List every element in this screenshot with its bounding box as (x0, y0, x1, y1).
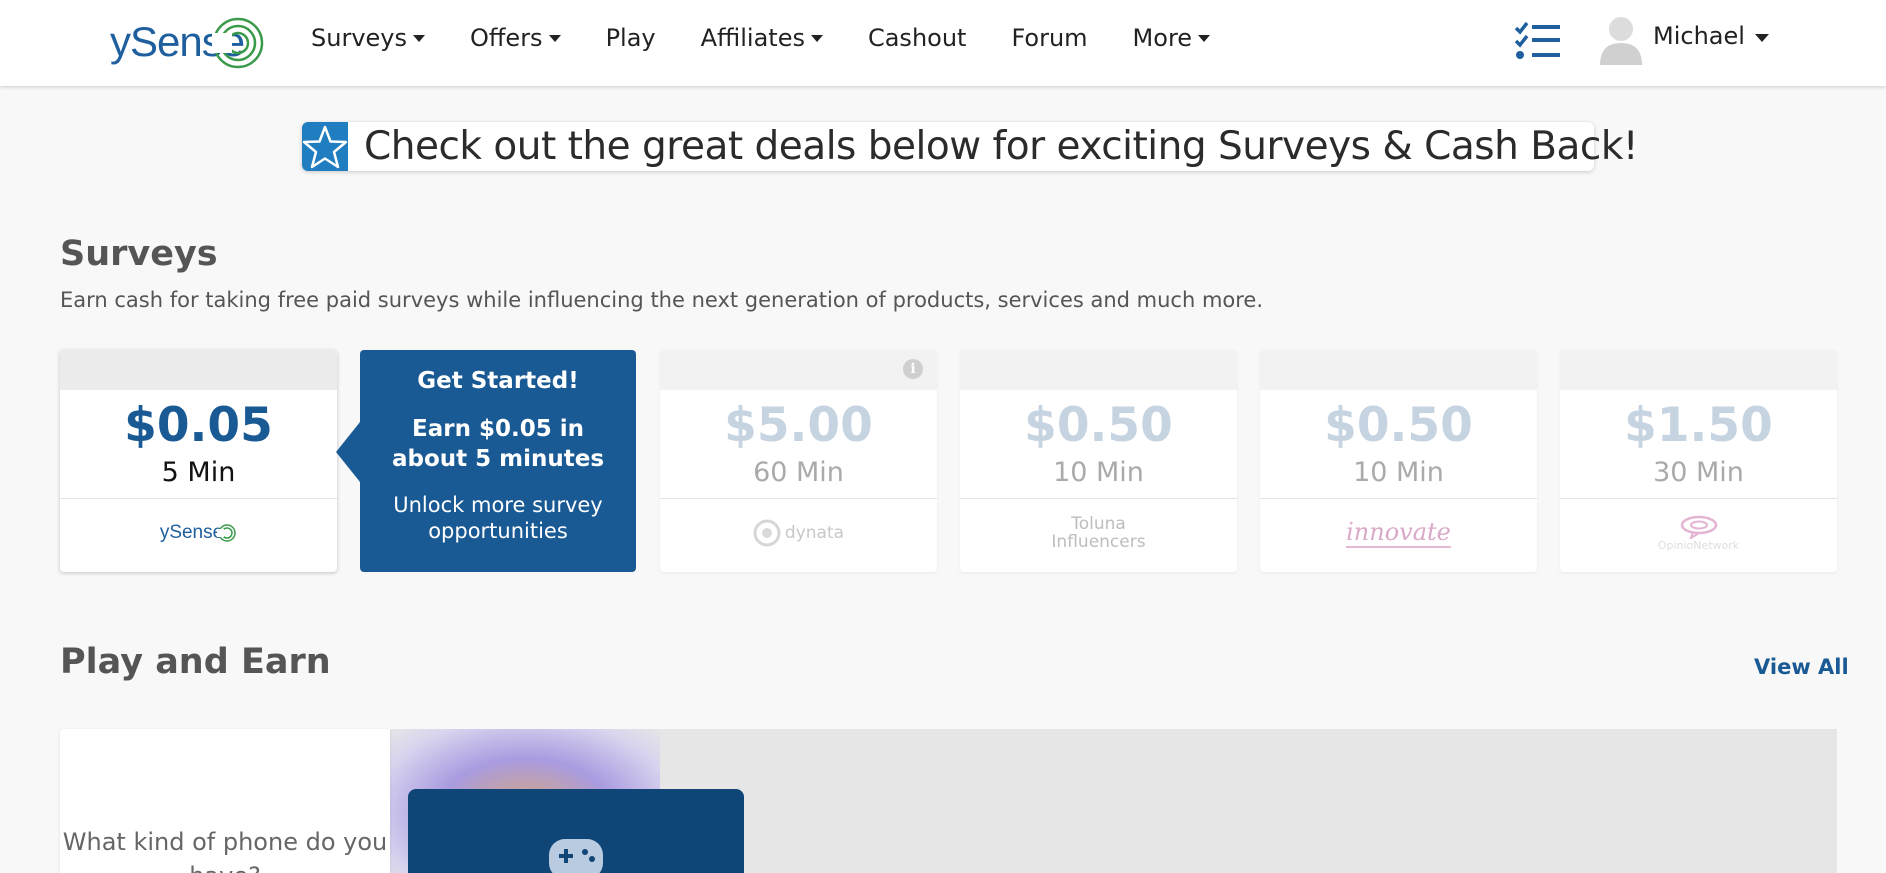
banner-text: Check out the great deals below for exci… (364, 124, 1639, 169)
get-started-card[interactable]: Get Started! Earn $0.05 in about 5 minut… (336, 350, 636, 572)
nav-affiliates[interactable]: Affiliates (701, 24, 823, 52)
ysense-logo[interactable]: ySense (110, 12, 270, 72)
provider-logo-toluna: Toluna Influencers (960, 499, 1237, 567)
promo-banner: Check out the great deals below for exci… (302, 122, 1639, 171)
survey-card[interactable]: $0.05 5 Min ySense (60, 350, 337, 572)
caret-down-icon (1198, 34, 1211, 42)
nav-cashout[interactable]: Cashout (868, 24, 966, 52)
survey-amount: $5.00 (724, 398, 873, 453)
nav-label: More (1132, 24, 1193, 52)
card-header (60, 350, 337, 390)
nav-label: Cashout (867, 24, 967, 52)
survey-amount: $0.50 (1324, 398, 1473, 453)
phone-question-card[interactable]: What kind of phone do you have? (60, 729, 390, 873)
star-icon (302, 125, 348, 168)
provider-name: Toluna Influencers (1051, 514, 1146, 552)
nav-more[interactable]: More (1133, 24, 1211, 52)
surveys-subtitle: Earn cash for taking free paid surveys w… (60, 288, 1264, 312)
provider-logo-opinionetwork: OpinioNetwork (1560, 499, 1837, 567)
survey-duration: 10 Min (1353, 457, 1444, 488)
dynata-logo-icon (753, 519, 781, 547)
game-card[interactable] (408, 789, 744, 873)
info-icon[interactable]: i (903, 359, 923, 379)
nav-forum[interactable]: Forum (1011, 24, 1087, 52)
survey-amount: $0.50 (1024, 398, 1173, 453)
gamepad-icon (549, 839, 603, 873)
phone-question-text: What kind of phone do you have? (62, 828, 388, 873)
user-avatar-icon[interactable] (1598, 13, 1644, 65)
survey-amount: $0.05 (124, 398, 273, 453)
nav-label: Offers (470, 24, 543, 52)
caret-down-icon (548, 34, 561, 42)
survey-card[interactable]: $1.50 30 Min OpinioNetwork (1560, 350, 1837, 572)
survey-card[interactable]: i $5.00 60 Min dynata (660, 350, 937, 572)
provider-logo-ysense: ySense (60, 499, 337, 567)
get-started-title: Get Started! (417, 368, 579, 394)
survey-duration: 10 Min (1053, 457, 1144, 488)
survey-card[interactable]: $0.50 10 Min innovate (1260, 350, 1537, 572)
provider-name: ySense (159, 522, 224, 543)
provider-name: dynata (784, 523, 845, 543)
banner-star-box (302, 122, 348, 171)
provider-logo-innovate: innovate (1260, 499, 1537, 567)
nav-label: Surveys (311, 24, 407, 52)
nav-play[interactable]: Play (606, 24, 656, 52)
tasks-list-icon[interactable] (1514, 20, 1562, 62)
nav-label: Forum (1011, 24, 1088, 52)
survey-card[interactable]: $0.50 10 Min Toluna Influencers (960, 350, 1237, 572)
logo-rings-icon (212, 17, 264, 69)
user-name[interactable]: Michael (1653, 22, 1745, 50)
provider-logo-dynata: dynata (660, 499, 937, 567)
get-started-unlock: Unlock more survey opportunities (393, 493, 603, 543)
card-header (1560, 350, 1837, 390)
survey-amount: $1.50 (1624, 398, 1773, 453)
nav-surveys[interactable]: Surveys (311, 24, 425, 52)
surveys-title: Surveys (60, 234, 218, 274)
play-earn-title: Play and Earn (60, 642, 331, 682)
card-header (660, 350, 937, 390)
provider-name: OpinioNetwork (1657, 538, 1740, 552)
nav-label: Affiliates (700, 24, 805, 52)
survey-duration: 5 Min (161, 457, 236, 488)
chevron-down-icon[interactable] (1755, 34, 1769, 42)
top-navbar: ySense Surveys Offers Play Affiliates Ca… (0, 0, 1886, 86)
survey-duration: 60 Min (753, 457, 844, 488)
view-all-link[interactable]: View All (1754, 655, 1849, 679)
get-started-earn: Earn $0.05 in about 5 minutes (391, 416, 605, 472)
card-header (960, 350, 1237, 390)
nav-label: Play (605, 24, 656, 52)
caret-down-icon (413, 34, 425, 42)
speech-bubble-icon (1680, 515, 1717, 539)
card-header (1260, 350, 1537, 390)
caret-down-icon (810, 34, 823, 42)
main-nav: Surveys Offers Play Affiliates Cashout F… (311, 24, 1255, 52)
nav-offers[interactable]: Offers (470, 24, 561, 52)
survey-duration: 30 Min (1653, 457, 1744, 488)
ysense-rings-icon (217, 524, 236, 542)
provider-name: innovate (1346, 518, 1451, 548)
